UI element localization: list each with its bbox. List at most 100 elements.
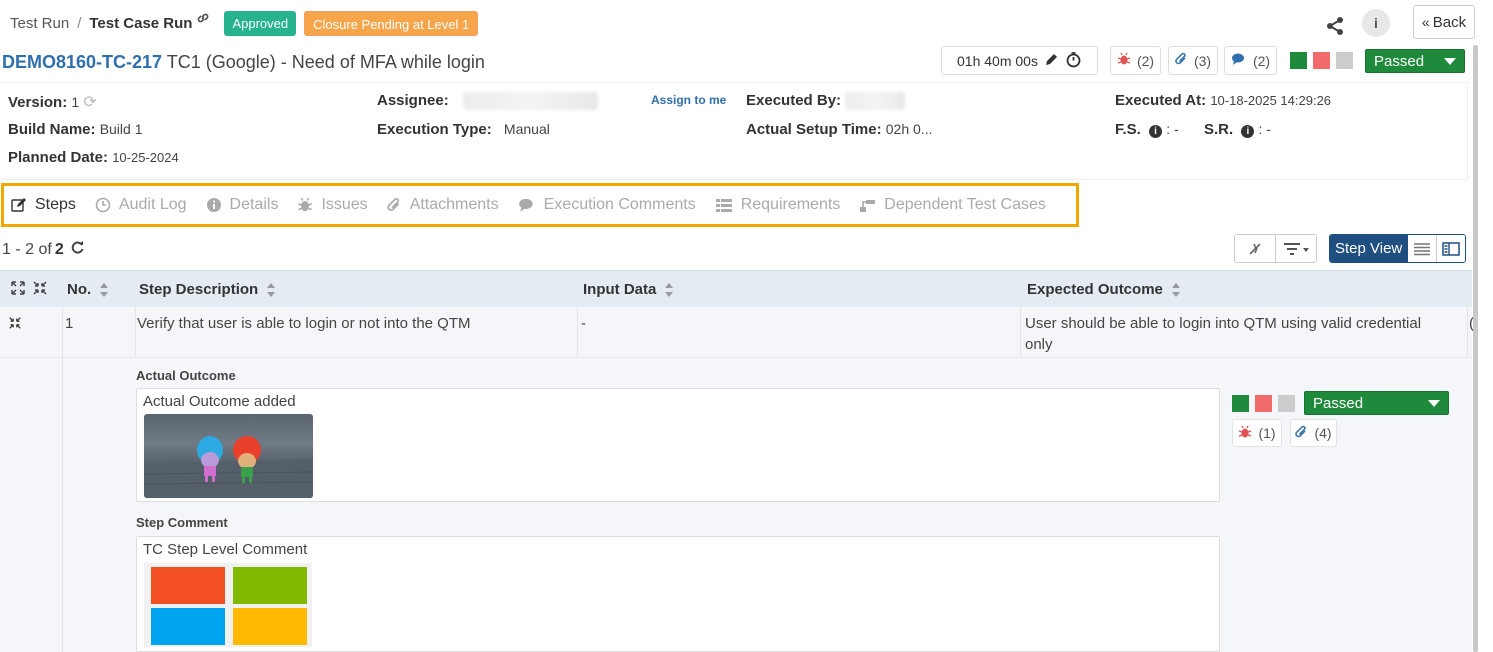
testcase-key[interactable]: DEMO8160-TC-217 [2,52,162,72]
collapse-all-icon[interactable] [32,280,48,300]
timer-value: 01h 40m 00s [957,52,1038,69]
col-expected-outcome-label: Expected Outcome [1027,281,1163,298]
version-value: 1 [71,94,80,110]
assignee-field: Assignee: [377,92,598,111]
actual-outcome-editor[interactable]: Actual Outcome added [136,388,1220,502]
step-status-skip-square[interactable] [1278,395,1295,412]
step-attachments-count: (4) [1314,425,1332,441]
step-issues-button[interactable]: (1) [1232,419,1282,447]
collapse-row-icon[interactable] [8,307,22,358]
execution-type-label: Execution Type: [377,121,492,138]
actual-outcome-text: Actual Outcome added [143,393,296,410]
assignee-value-blurred [462,92,598,111]
back-button[interactable]: « Back [1413,5,1475,39]
breadcrumb-separator: / [77,14,82,32]
step-number: 1 [62,307,135,358]
stopwatch-icon[interactable] [1065,51,1082,71]
expected-outcome-line1: User should be able to login into QTM us… [1025,315,1422,332]
split-view-icon[interactable] [1436,235,1465,262]
tab-execution-comments[interactable]: Execution Comments [518,196,696,214]
step-issues-count: (1) [1258,425,1276,441]
info-circle-icon[interactable]: i [1149,125,1163,138]
sync-icon[interactable]: ⟳ [83,94,96,111]
edit-icon [11,198,26,212]
execution-type-value: Manual [503,121,550,137]
actual-outcome-image[interactable] [144,414,313,498]
tab-steps-label: Steps [35,196,76,213]
caret-down-icon [1444,57,1456,65]
expand-collapse-all [10,271,48,308]
step-view-label[interactable]: Step View [1330,235,1408,262]
col-step-description-label: Step Description [139,281,259,298]
sr-label: S.R. [1204,121,1234,138]
closure-pending-badge: Closure Pending at Level 1 [304,10,479,36]
info-button[interactable]: i [1362,9,1390,37]
execution-status-dropdown[interactable]: Passed [1365,49,1465,73]
step-description: Verify that user is able to login or not… [135,307,577,358]
testcase-name: TC1 (Google) - Need of MFA while login [166,52,485,72]
tab-details[interactable]: Details [206,196,278,214]
tab-requirements[interactable]: Requirements [715,196,841,214]
step-comment-label: Step Comment [136,515,228,530]
step-attachments-button[interactable]: (4) [1290,419,1337,447]
expand-all-icon[interactable] [10,280,26,300]
step-comment-text: TC Step Level Comment [143,541,308,558]
tab-requirements-label: Requirements [740,196,841,213]
step-status-value: Passed [1313,394,1364,412]
approved-badge: Approved [224,10,297,36]
paperclip-icon [1295,425,1308,442]
table-tools [1234,234,1317,263]
info-circle-icon[interactable]: i [1241,125,1255,138]
tab-attachments[interactable]: Attachments [387,196,499,214]
list-view-icon[interactable] [1408,235,1436,262]
tab-steps[interactable]: Steps [11,196,76,214]
comments-icon [1231,52,1247,69]
col-input-data[interactable]: Input Data [583,271,674,308]
step-status-dropdown[interactable]: Passed [1304,391,1449,415]
tab-dependent-test-cases[interactable]: Dependent Test Cases [859,196,1046,214]
col-no[interactable]: No. [67,271,109,308]
setup-time-value: 02h 0... [885,121,933,137]
tab-issues[interactable]: Issues [297,196,368,214]
page-title: DEMO8160-TC-217 TC1 (Google) - Need of M… [2,52,485,73]
step-view-toggle: Step View [1329,234,1466,263]
share-icon[interactable] [1325,16,1345,40]
status-skip-square[interactable] [1336,52,1353,69]
step-status-fail-square[interactable] [1255,395,1272,412]
setup-time-label: Actual Setup Time: [746,121,882,138]
planned-date-value: 10-25-2024 [112,150,179,165]
bug-icon [1117,52,1131,69]
filter-dropdown-icon[interactable] [1275,235,1316,262]
assign-to-me-link[interactable]: Assign to me [651,93,726,107]
tab-audit-log-label: Audit Log [118,196,187,213]
tab-audit-log[interactable]: Audit Log [95,196,187,214]
executed-at-label: Executed At: [1115,92,1207,109]
table-row[interactable]: 1 Verify that user is able to login or n… [0,307,1474,358]
actual-outcome-label: Actual Outcome [136,368,236,383]
refresh-icon[interactable] [70,240,85,260]
tab-execution-comments-label: Execution Comments [543,196,696,213]
tab-bar: Steps Audit Log Details Issues Attachmen… [1,183,1079,227]
info-icon: i [1374,15,1378,31]
link-icon[interactable] [196,11,210,29]
issues-button[interactable]: (2) [1110,46,1161,75]
attachments-count: (3) [1193,52,1212,69]
version-label: Version: [8,94,68,111]
toggle-filter-off-icon[interactable] [1235,235,1275,262]
step-expected-outcome: User should be able to login into QTM us… [1020,307,1463,358]
sort-icon [665,282,674,297]
col-expected-outcome[interactable]: Expected Outcome [1027,271,1181,308]
status-fail-square[interactable] [1313,52,1330,69]
step-status-pass-square[interactable] [1232,395,1249,412]
executed-by-field: Executed By: [746,92,906,111]
breadcrumb-test-run[interactable]: Test Run [10,15,69,32]
microsoft-logo-image[interactable] [144,563,312,647]
status-pass-square[interactable] [1290,52,1307,69]
step-comment-editor[interactable]: TC Step Level Comment [136,536,1220,652]
build-label: Build Name: [8,121,96,138]
vertical-scrollbar[interactable] [1473,45,1478,652]
pencil-icon[interactable] [1044,52,1059,70]
col-step-description[interactable]: Step Description [139,271,276,308]
attachments-button[interactable]: (3) [1168,46,1218,75]
comments-button[interactable]: (2) [1224,46,1277,75]
